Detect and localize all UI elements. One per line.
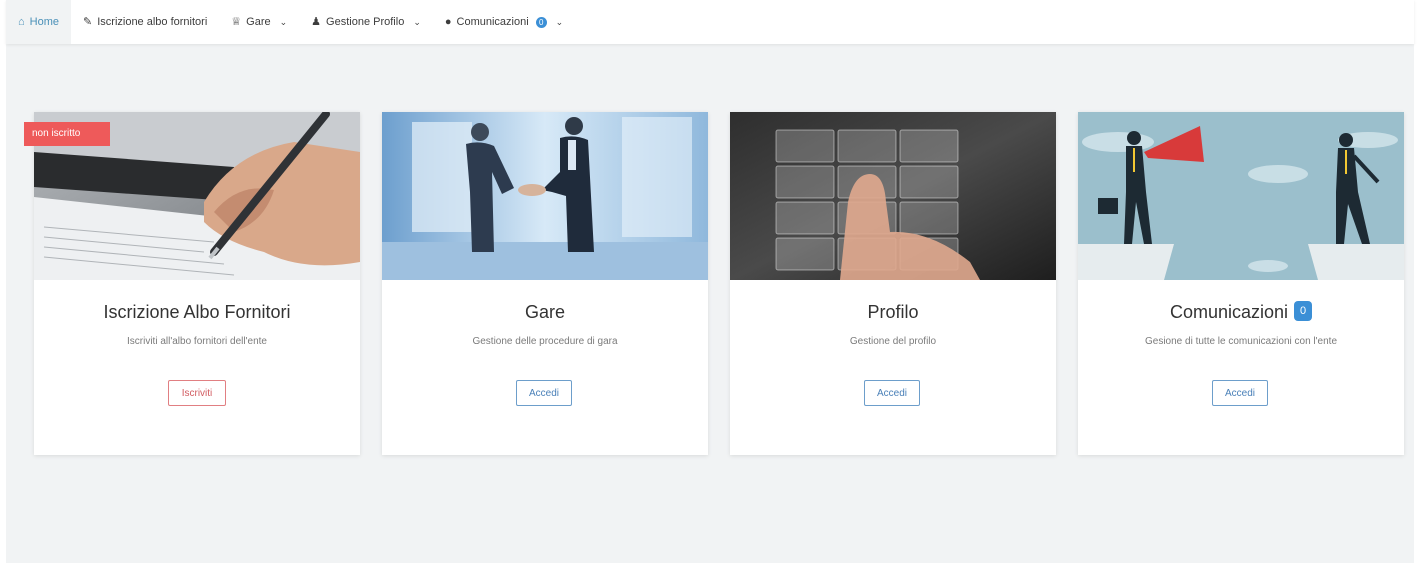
comunicazioni-count-badge: 0 xyxy=(1294,301,1313,322)
card-comunicazioni: Comunicazioni 0 Gesione di tutte le comun… xyxy=(1078,112,1404,455)
card-description: Gesione di tutte le comunicazioni con l'… xyxy=(1144,336,1338,347)
nav-label-profilo: Gestione Profilo xyxy=(326,16,405,28)
accedi-gare-button[interactable]: Accedi xyxy=(516,380,572,406)
card-description: Gestione delle procedure di gara xyxy=(472,336,618,347)
touch-grid-photo xyxy=(730,112,1056,280)
nav-label-home: Home xyxy=(29,16,59,28)
chevron-down-icon: ⌄ xyxy=(279,16,288,27)
nav-label-gare: Gare xyxy=(246,16,271,28)
nav-item-home[interactable]: ⌂ Home xyxy=(6,0,71,44)
card-title-text: Comunicazioni xyxy=(1169,302,1289,322)
top-navbar: ⌂ Home ✎ Iscrizione albo fornitori ♕ Gar… xyxy=(6,0,1414,44)
nav-label-comunicazioni: Comunicazioni xyxy=(456,16,529,28)
iscriviti-button[interactable]: Iscriviti xyxy=(168,380,226,406)
chevron-down-icon: ⌄ xyxy=(413,16,421,27)
nav-item-comunicazioni[interactable]: ● Comunicazioni 0 ⌄ xyxy=(433,0,575,44)
nav-comunicazioni-badge: 0 xyxy=(535,16,547,28)
pencil-icon: ✎ xyxy=(83,15,93,28)
status-ribbon: non iscritto xyxy=(24,122,110,146)
card-description: Iscriviti all'albo fornitori dell'ente xyxy=(127,336,267,347)
card-title: Gare xyxy=(524,302,566,322)
card-profilo: Profilo Gestione del profilo Accedi xyxy=(730,112,1056,455)
card-gare: Gare Gestione delle procedure di gara Ac… xyxy=(382,112,708,455)
home-icon: ⌂ xyxy=(18,15,25,28)
nav-label-iscrizione: Iscrizione albo fornitori xyxy=(97,16,208,28)
user-icon: ♟ xyxy=(311,15,322,28)
megaphone-illustration xyxy=(1078,112,1404,280)
nav-item-gare[interactable]: ♕ Gare ⌄ xyxy=(219,0,299,44)
comments-icon: ● xyxy=(444,15,452,28)
page-frame: ⌂ Home ✎ Iscrizione albo fornitori ♕ Gar… xyxy=(6,0,1414,563)
card-title: Iscrizione Albo Fornitori xyxy=(103,302,291,322)
card-iscrizione: non iscritto Iscrizione Albo Fornitori I… xyxy=(24,112,360,455)
trophy-icon: ♕ xyxy=(231,15,242,28)
nav-item-iscrizione[interactable]: ✎ Iscrizione albo fornitori xyxy=(71,0,219,44)
handshake-photo xyxy=(382,112,708,280)
accedi-profilo-button[interactable]: Accedi xyxy=(864,380,920,406)
card-title: Comunicazioni 0 xyxy=(1078,301,1404,323)
accedi-comunicazioni-button[interactable]: Accedi xyxy=(1212,380,1268,406)
card-title: Profilo xyxy=(867,302,919,322)
chevron-down-icon: ⌄ xyxy=(555,16,564,27)
card-description: Gestione del profilo xyxy=(849,336,937,347)
nav-item-profilo[interactable]: ♟ Gestione Profilo ⌄ xyxy=(299,0,433,44)
